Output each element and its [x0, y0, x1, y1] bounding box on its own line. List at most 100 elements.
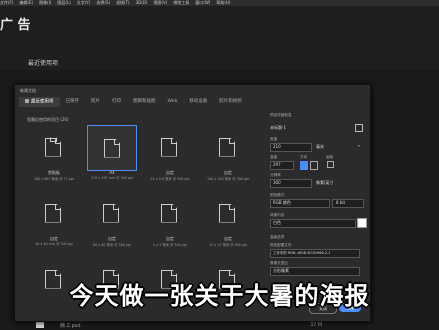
tab-label: 移动设备: [189, 99, 208, 104]
orientation-label: 方向: [300, 155, 308, 159]
profile-value: 工作中的 RGB: sRGB IEC61966-2.1: [273, 251, 331, 255]
preset-thumbnail: [29, 125, 77, 169]
dialog-title: 新建文档: [20, 88, 36, 93]
resolution-value: 300: [273, 180, 281, 185]
menu-item[interactable]: 3D(D): [136, 0, 148, 5]
menu-item[interactable]: 图像(I): [39, 0, 51, 5]
document-icon: [104, 138, 120, 158]
chevron-down-icon[interactable]: ▾: [358, 144, 360, 148]
height-label: 高度: [270, 155, 278, 159]
preset-card[interactable]: 自定 40 x 40 mm @ 300 ppi: [29, 191, 79, 253]
preset-thumbnail: [145, 191, 193, 235]
menu-item[interactable]: 窗口(W): [195, 0, 210, 5]
tab-label: 已保存: [65, 99, 80, 104]
tab-preset[interactable]: 照片: [85, 97, 106, 107]
width-unit[interactable]: 毫米: [316, 144, 324, 150]
background-value: 白色: [273, 220, 281, 225]
tab-preset[interactable]: 最近使用项: [19, 97, 60, 107]
tab-preset[interactable]: 已保存: [60, 97, 86, 107]
menu-item[interactable]: 选择(S): [96, 0, 110, 5]
tab-preset[interactable]: 图稿和插图: [127, 97, 162, 107]
preset-size: 100 x 100 毫米 @ 300 ppi: [206, 177, 250, 181]
panel-header: 预设详细信息: [270, 113, 292, 117]
menu-item[interactable]: 视图(V): [153, 0, 167, 5]
color-mode-label: 颜色模式: [270, 193, 285, 197]
tab-preset[interactable]: 移动设备: [183, 97, 213, 107]
pixel-ratio-value: 方形像素: [273, 268, 289, 273]
bit-depth-value: 8 bit: [336, 200, 346, 205]
preset-card[interactable]: 剪贴板 100 x 667 像素 @ 72 ppi: [29, 125, 79, 187]
preset-thumbnail: [203, 191, 251, 235]
menu-item[interactable]: 图层(L): [57, 0, 70, 5]
portrait-icon[interactable]: [300, 161, 308, 170]
background-label: 背景内容: [270, 213, 285, 217]
recent-file-name[interactable]: 精 Z.psd: [60, 322, 81, 329]
tab-preset[interactable]: 打印: [106, 97, 127, 107]
tab-preset[interactable]: 胶片和视频: [213, 97, 248, 107]
preset-card[interactable]: 自定 5 x 5 毫米 @ 300 ppi: [145, 191, 195, 253]
width-value: 210: [273, 144, 281, 149]
tab-label: 照片: [91, 99, 100, 104]
document-icon: [45, 203, 61, 223]
document-name-field[interactable]: 未标题-1: [270, 125, 286, 131]
tab-label: 打印: [112, 99, 121, 104]
resolution-label: 分辨率: [270, 173, 281, 177]
advanced-options-toggle[interactable]: 高级选项: [270, 235, 284, 240]
page-title: 广 告: [0, 18, 31, 33]
width-label: 宽度: [270, 137, 278, 141]
artboard-label: 画板: [326, 155, 334, 159]
menu-item[interactable]: 增效工具: [173, 0, 189, 5]
preset-size: 210 x 297 mm @ 300 ppi: [91, 176, 133, 180]
background-select[interactable]: [270, 219, 356, 228]
document-icon: [103, 203, 119, 223]
clipboard-icon: [45, 137, 61, 157]
menu-bar: 文件(F) 编辑(E) 图像(I) 图层(L) 文字(Y) 选择(S) 滤镜(T) 3D(D)…: [0, 0, 439, 6]
landscape-icon[interactable]: [310, 161, 318, 170]
recent-file-size: 37 M: [310, 322, 323, 328]
menu-item[interactable]: 编辑(E): [19, 0, 33, 5]
recent-heading: 最近使用项: [28, 60, 59, 67]
document-icon: [161, 203, 177, 223]
preset-size: 21 x 9.8 毫米 @ 300 ppi: [150, 177, 190, 181]
preset-thumbnail: [203, 125, 251, 169]
resolution-unit[interactable]: 像素/英寸: [316, 180, 333, 186]
preset-thumbnail: [87, 191, 135, 235]
preset-size: 40 x 40 mm @ 300 ppi: [35, 242, 73, 246]
preset-name: A4: [109, 170, 115, 175]
video-subtitle: 今天做一张关于大暑的海报: [69, 282, 370, 310]
preset-thumbnail: [87, 125, 137, 171]
tab-preset[interactable]: Web: [162, 97, 184, 107]
menu-item[interactable]: 滤镜(T): [116, 0, 130, 5]
preset-card[interactable]: 自定 60 x 60 毫米 @ 300 ppi: [87, 191, 137, 253]
background-swatch[interactable]: [357, 218, 367, 228]
preset-size: 100 x 667 像素 @ 72 ppi: [33, 177, 74, 181]
document-icon: [161, 137, 177, 157]
profile-label: 颜色配置文件: [270, 243, 292, 247]
preset-card[interactable]: 自定 15 x 15 毫米 @ 300 ppi: [203, 191, 253, 253]
tab-label: Web: [167, 99, 178, 104]
preset-thumbnail: [29, 191, 77, 235]
preset-size: 60 x 60 毫米 @ 300 ppi: [93, 243, 131, 247]
preset-size: 5 x 5 毫米 @ 300 ppi: [153, 243, 187, 247]
preset-thumbnail: [145, 125, 193, 169]
tab-label: 最近使用项: [31, 99, 54, 105]
tab-label: 胶片和视频: [219, 99, 242, 104]
menu-item[interactable]: 帮助(H): [216, 0, 230, 5]
pixel-ratio-label: 像素长宽比: [270, 261, 288, 265]
menu-item[interactable]: 文件(F): [0, 0, 13, 5]
preset-size: 15 x 15 毫米 @ 300 ppi: [209, 243, 247, 247]
artboard-checkbox[interactable]: [327, 161, 334, 168]
preset-card[interactable]: 自定 21 x 9.8 毫米 @ 300 ppi: [145, 125, 195, 187]
preset-card[interactable]: A4 210 x 297 mm @ 300 ppi: [87, 125, 137, 187]
save-preset-icon[interactable]: [355, 124, 363, 132]
section-label: 您最近使用的项目 (26): [27, 117, 69, 122]
document-icon: [219, 203, 235, 223]
clock-icon: [25, 99, 29, 103]
tab-label: 图稿和插图: [133, 99, 156, 104]
menu-item[interactable]: 文字(Y): [77, 0, 91, 5]
document-icon: [219, 137, 235, 157]
color-mode-value: RGB 颜色: [273, 200, 291, 205]
height-value: 297: [273, 162, 281, 167]
preset-card[interactable]: 自定 100 x 100 毫米 @ 300 ppi: [203, 125, 253, 187]
preset-tabs: 最近使用项 已保存 照片 打印 图稿和插图 Web 移动设备 胶片和视频: [19, 97, 248, 107]
